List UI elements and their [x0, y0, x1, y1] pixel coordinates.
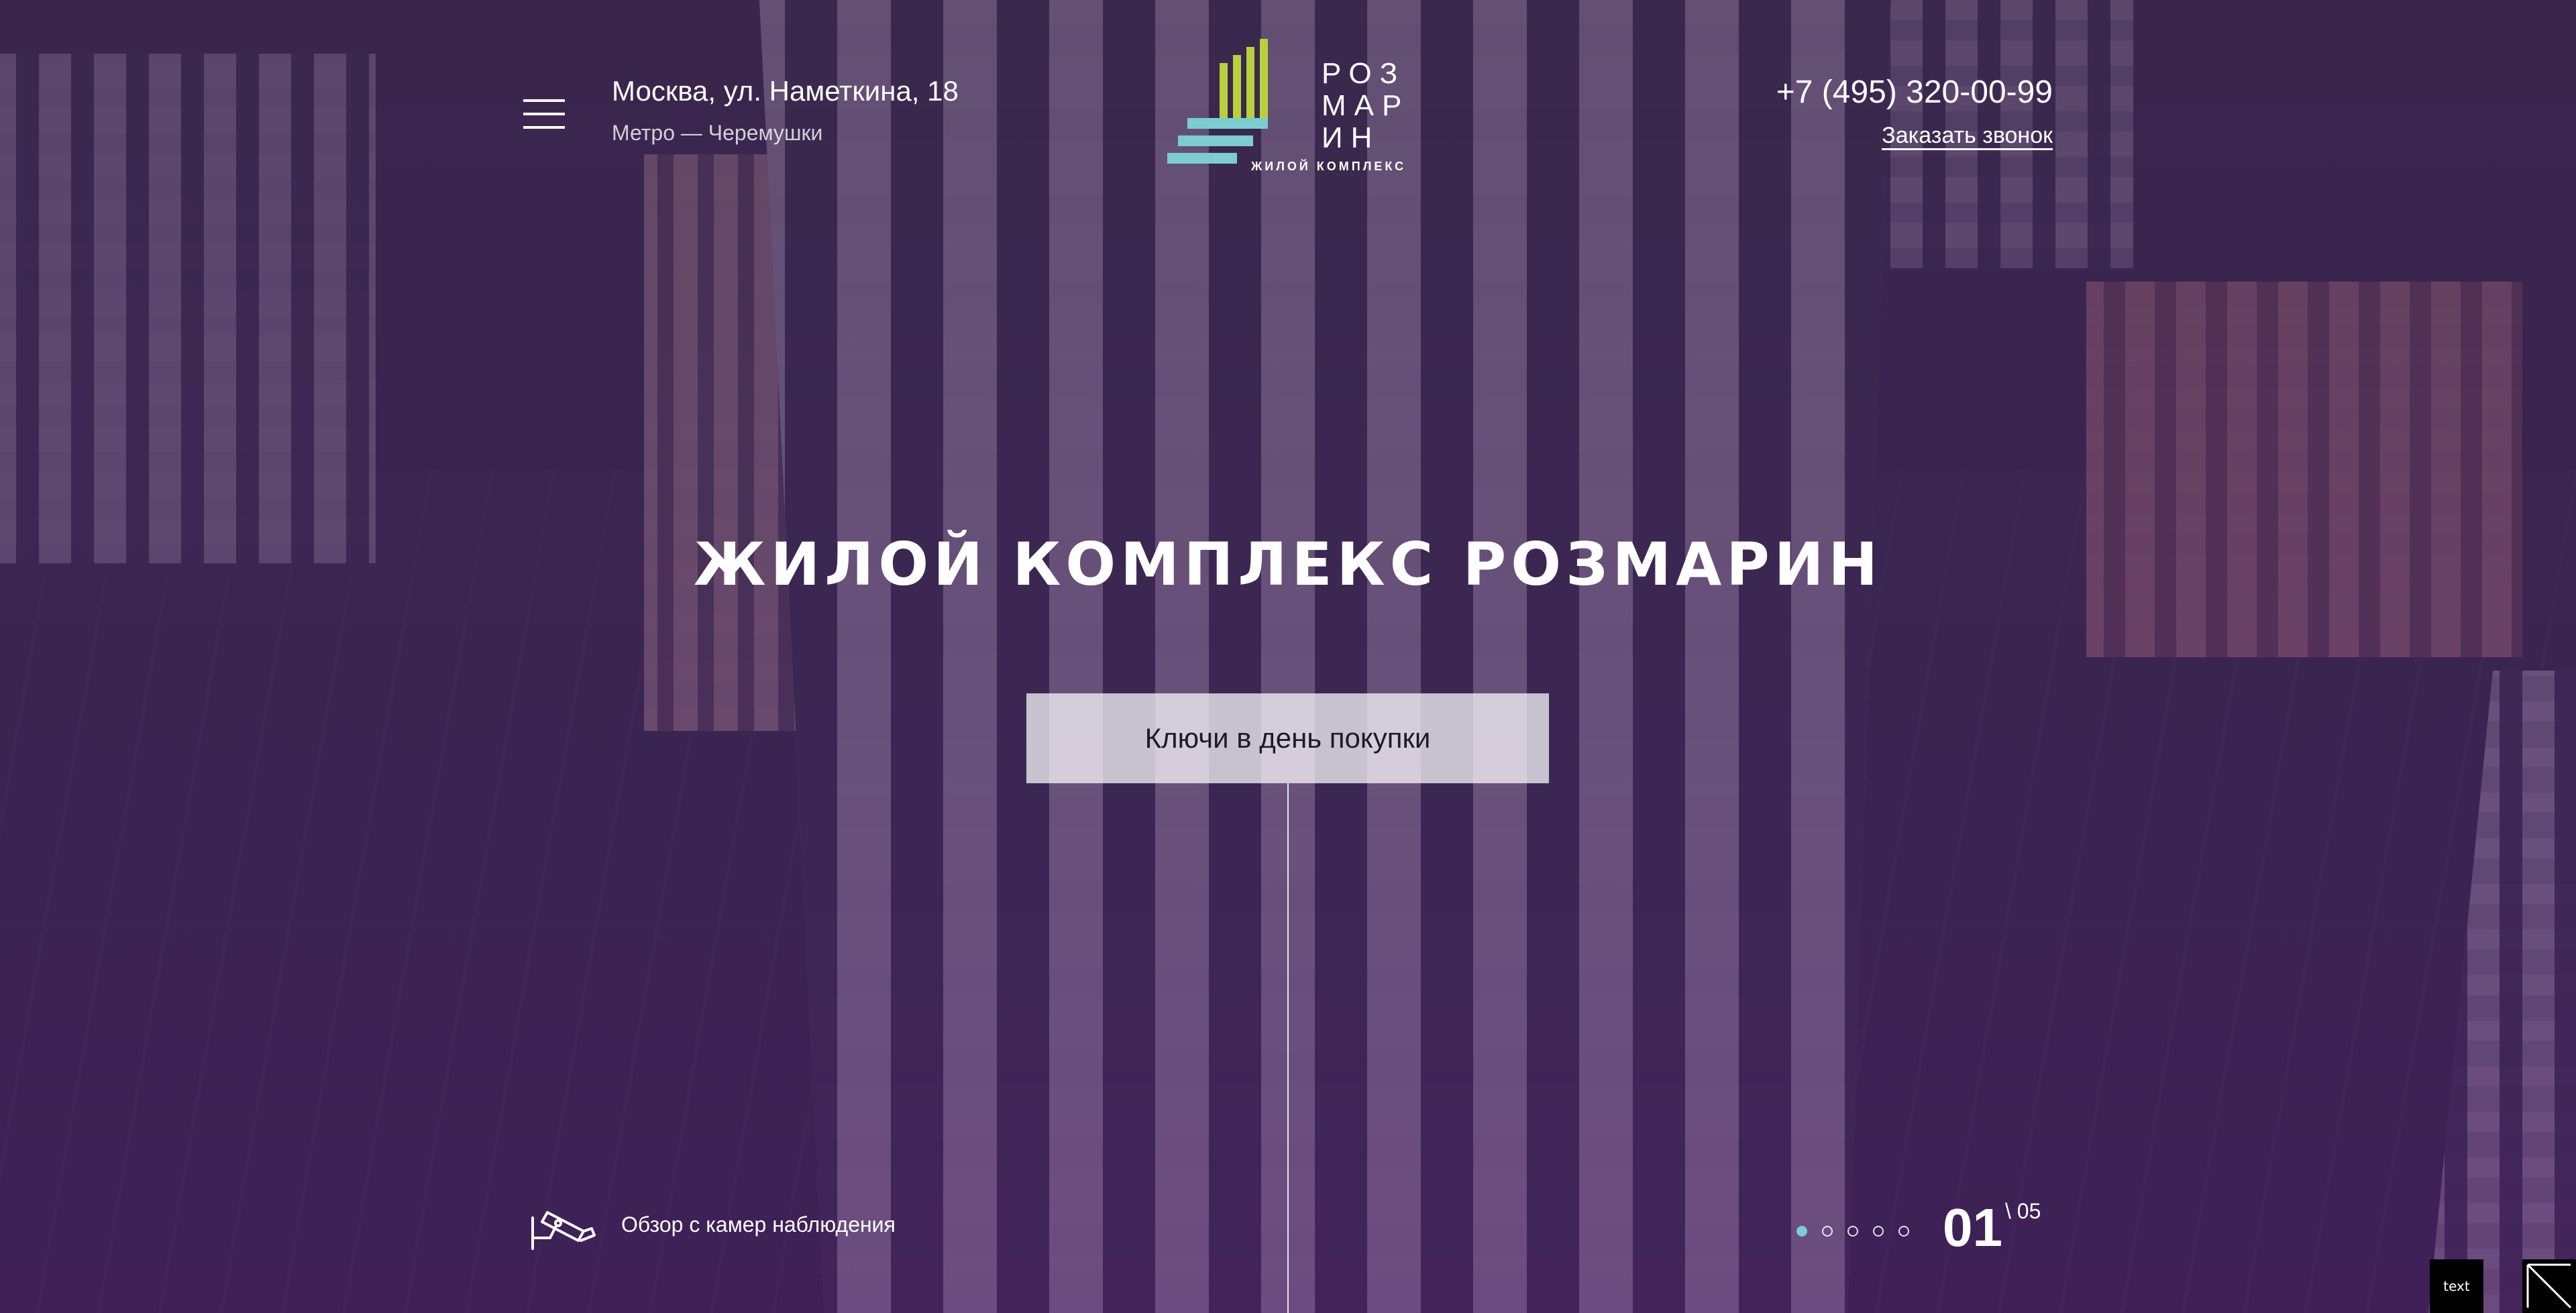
- camera-view-label: Обзор с камер наблюдения: [621, 1212, 896, 1237]
- logo-bars-icon: [1167, 39, 1268, 164]
- corner-text-widget[interactable]: text: [2430, 1259, 2483, 1313]
- hamburger-menu-icon[interactable]: [523, 99, 565, 129]
- menu-line: [523, 126, 565, 129]
- logo-wordmark: РОЗ МАР ИН: [1322, 58, 1409, 154]
- slide-total: \ 05: [2004, 1199, 2041, 1223]
- slider-dots: [1796, 1226, 1909, 1239]
- logo-line-1: РОЗ: [1322, 57, 1406, 90]
- metro-text: Метро — Черемушки: [612, 121, 823, 145]
- slider-dot-5[interactable]: [1898, 1226, 1909, 1237]
- address-text: Москва, ул. Наметкина, 18: [612, 75, 959, 107]
- scroll-line: [1287, 783, 1289, 1313]
- slider-dot-2[interactable]: [1822, 1226, 1833, 1237]
- menu-line: [523, 113, 565, 115]
- phone-link[interactable]: +7 (495) 320-00-99: [1776, 72, 2053, 113]
- slider-dot-4[interactable]: [1873, 1226, 1884, 1237]
- slider-dot-1[interactable]: [1796, 1226, 1807, 1237]
- logo-line-2: МАР: [1322, 89, 1410, 122]
- logo[interactable]: РОЗ МАР ИН ЖИЛОЙ КОМПЛЕКС: [1167, 39, 1409, 180]
- slide-counter: 01 \ 05: [1943, 1198, 2041, 1258]
- slider-dot-3[interactable]: [1847, 1226, 1858, 1237]
- hero-title: ЖИЛОЙ КОМПЛЕКС РОЗМАРИН: [693, 530, 1883, 599]
- menu-line: [523, 99, 565, 102]
- security-camera-icon: [531, 1211, 596, 1250]
- slide-current: 01: [1943, 1198, 2002, 1257]
- corner-arrow-icon[interactable]: [2522, 1259, 2576, 1313]
- logo-line-3: ИН: [1322, 121, 1381, 154]
- cta-button[interactable]: Ключи в день покупки: [1026, 693, 1549, 783]
- logo-subtitle: ЖИЛОЙ КОМПЛЕКС: [1251, 160, 1407, 173]
- camera-view-link[interactable]: Обзор с камер наблюдения: [527, 1198, 896, 1251]
- callback-link[interactable]: Заказать звонок: [1882, 121, 2053, 150]
